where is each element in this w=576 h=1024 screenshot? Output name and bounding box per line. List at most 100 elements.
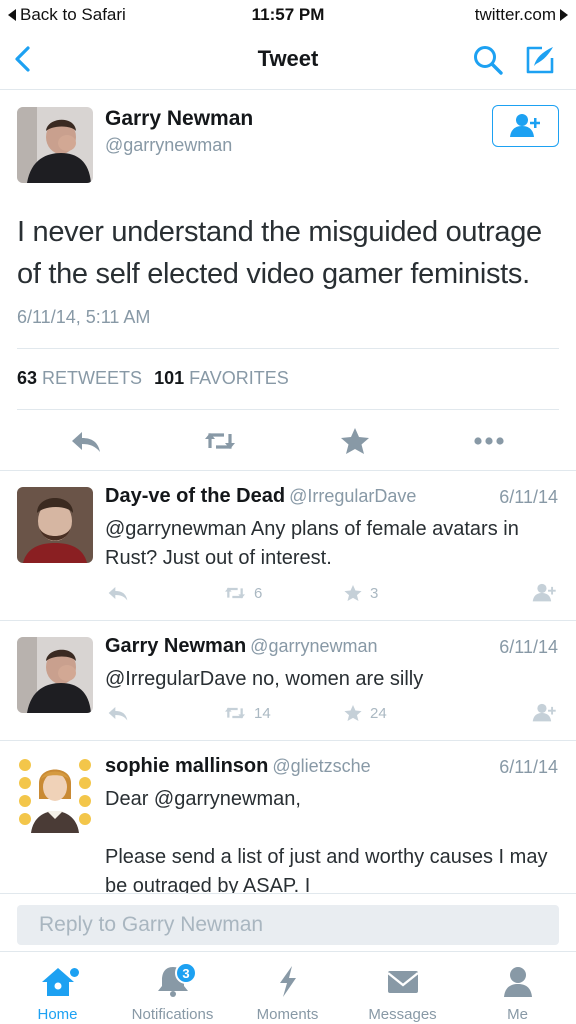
tab-bar: Home 3 Notifications Moments Messages Me <box>0 951 576 1024</box>
retweet-count: 14 <box>254 704 271 722</box>
retweets-label: RETWEETS <box>42 368 143 388</box>
compose-button[interactable] <box>522 42 558 78</box>
tab-moments[interactable]: Moments <box>230 958 345 1023</box>
favorite-count: 3 <box>370 584 379 602</box>
tab-label: Messages <box>368 1006 437 1023</box>
search-icon <box>474 46 503 75</box>
avatar[interactable] <box>17 487 93 563</box>
tab-label: Me <box>507 1006 528 1023</box>
favorite-button[interactable] <box>337 426 373 456</box>
reply-author-name[interactable]: Day-ve of the Dead <box>105 485 285 507</box>
avatar-garry-image <box>17 637 93 713</box>
person-icon <box>503 967 532 997</box>
reply-actions: 14 24 <box>0 703 576 727</box>
reply-text: @IrregularDave no, women are silly <box>105 668 424 690</box>
reply-author-name[interactable]: Garry Newman <box>105 635 246 657</box>
tab-label: Notifications <box>131 1006 214 1023</box>
reply-text: Dear @garrynewman, Please send a list of… <box>105 788 548 893</box>
author-handle[interactable]: @garrynewman <box>105 135 232 156</box>
retweet-button[interactable]: 6 <box>222 583 262 603</box>
search-button[interactable] <box>470 42 506 78</box>
more-dots-icon <box>474 437 504 445</box>
author-name[interactable]: Garry Newman <box>105 107 253 131</box>
reply-button[interactable] <box>106 583 130 603</box>
site-link[interactable]: twitter.com <box>475 5 568 25</box>
compose-icon <box>526 46 554 74</box>
reply-date: 6/11/14 <box>499 637 558 657</box>
forward-triangle-icon <box>560 9 568 21</box>
avatar-dave-image <box>17 487 93 563</box>
reply-button[interactable] <box>68 426 104 456</box>
avatar[interactable] <box>17 637 93 713</box>
avatar-sophie-image <box>17 757 93 833</box>
reply-header: Garry Newman @garrynewman <box>105 635 378 658</box>
tweet-actions <box>0 426 576 470</box>
retweet-icon <box>225 707 245 719</box>
divider <box>17 348 559 349</box>
divider <box>17 409 559 410</box>
nav-bar: Tweet <box>0 30 576 90</box>
reply-author-handle[interactable]: @IrregularDave <box>289 486 416 506</box>
star-icon <box>344 705 362 721</box>
retweets-stat[interactable]: 63 RETWEETS <box>17 368 142 389</box>
more-button[interactable] <box>471 426 507 456</box>
reply-icon <box>108 587 128 601</box>
reply-icon <box>72 432 100 452</box>
add-user-icon <box>532 703 556 722</box>
tab-home[interactable]: Home <box>0 958 115 1023</box>
reply-header: Day-ve of the Dead @IrregularDave <box>105 485 416 508</box>
reply-bar <box>0 893 576 950</box>
reply-icon <box>108 707 128 721</box>
site-label: twitter.com <box>474 5 556 24</box>
status-bar: Back to Safari 11:57 PM twitter.com <box>0 0 576 30</box>
reply-author-handle[interactable]: @glietzsche <box>272 756 370 776</box>
retweet-icon <box>205 433 235 449</box>
retweet-button[interactable] <box>202 426 238 456</box>
favorite-button[interactable]: 24 <box>342 703 387 723</box>
lightning-icon <box>279 966 296 997</box>
reply-date: 6/11/14 <box>499 487 558 507</box>
reply-tweet[interactable]: sophie mallinson @glietzsche 6/11/14 Dear… <box>0 740 576 893</box>
reply-button[interactable] <box>106 703 130 723</box>
home-new-dot <box>70 968 79 977</box>
reply-author-name[interactable]: sophie mallinson <box>105 755 268 777</box>
add-user-icon <box>532 583 556 602</box>
favorites-count: 101 <box>154 368 185 388</box>
favorite-button[interactable]: 3 <box>342 583 378 603</box>
reply-text: @garrynewman Any plans of female avatars… <box>105 518 519 569</box>
star-icon <box>344 585 362 601</box>
reply-actions: 6 3 <box>0 583 576 607</box>
chevron-left-icon <box>15 46 30 72</box>
reply-input[interactable] <box>17 905 559 945</box>
reply-author-handle[interactable]: @garrynewman <box>250 636 377 656</box>
favorites-label: FAVORITES <box>189 368 289 388</box>
retweet-icon <box>225 587 245 599</box>
favorites-stat[interactable]: 101 FAVORITES <box>154 368 289 389</box>
tweet-text: I never understand the misguided outrage… <box>17 216 542 290</box>
follow-button[interactable] <box>532 703 558 723</box>
reply-tweet[interactable]: Garry Newman @garrynewman 6/11/14 @Irregu… <box>0 620 576 740</box>
favorite-count: 24 <box>370 704 387 722</box>
tweet-timestamp: 6/11/14, 5:11 AM <box>17 307 151 327</box>
reply-date: 6/11/14 <box>499 757 558 777</box>
tab-me[interactable]: Me <box>460 958 575 1023</box>
retweets-count: 63 <box>17 368 38 388</box>
star-icon <box>341 428 369 454</box>
tab-messages[interactable]: Messages <box>345 958 460 1023</box>
reply-header: sophie mallinson @glietzsche <box>105 755 371 778</box>
tab-notifications[interactable]: 3 Notifications <box>115 958 230 1023</box>
add-user-icon <box>509 114 540 137</box>
notifications-badge: 3 <box>175 962 197 984</box>
retweet-button[interactable]: 14 <box>222 703 271 723</box>
avatar[interactable] <box>17 757 93 833</box>
envelope-icon <box>386 971 419 993</box>
reply-tweet[interactable]: Day-ve of the Dead @IrregularDave 6/11/14… <box>0 470 576 620</box>
tab-label: Moments <box>256 1006 319 1023</box>
back-button[interactable] <box>10 42 40 76</box>
tab-label: Home <box>37 1006 78 1023</box>
tweet-stats: 63 RETWEETS 101 FAVORITES <box>17 368 289 389</box>
follow-button[interactable] <box>492 105 559 147</box>
retweet-count: 6 <box>254 584 263 602</box>
avatar[interactable] <box>17 107 93 183</box>
follow-button[interactable] <box>532 583 558 603</box>
